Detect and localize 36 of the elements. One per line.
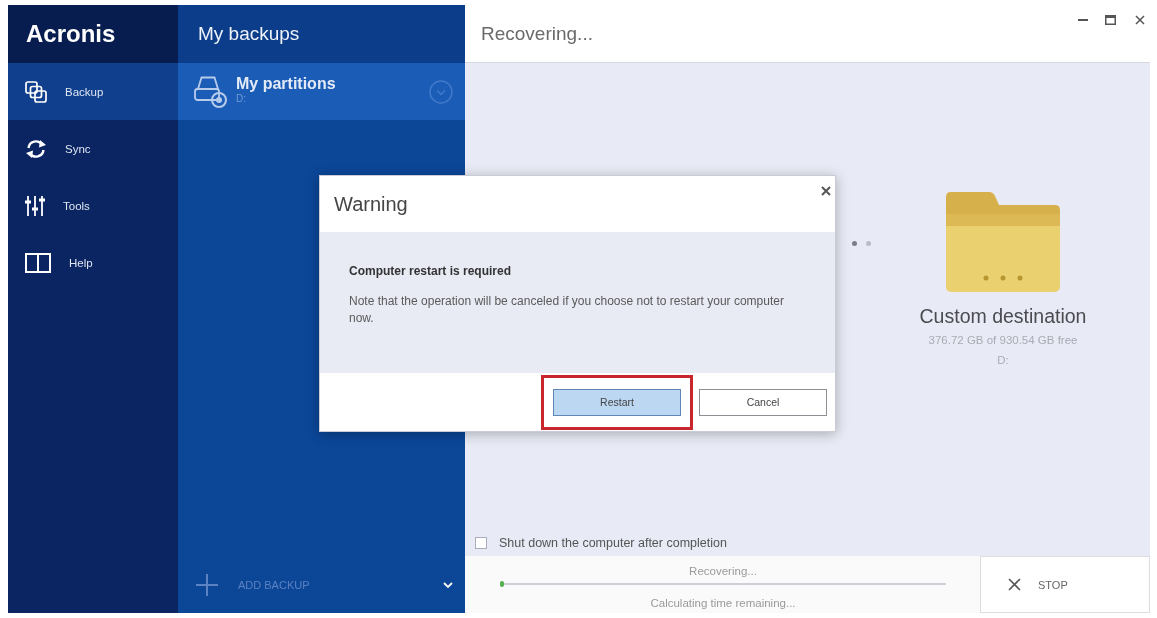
close-icon[interactable] (1135, 15, 1145, 25)
nav-item[interactable]: Sync (8, 120, 178, 177)
pane-title: Recovering... (481, 22, 594, 45)
chevron-down-icon[interactable] (443, 581, 453, 588)
dialog-button[interactable]: Cancel (699, 388, 827, 416)
checkbox[interactable] (475, 537, 487, 549)
copies-icon (25, 80, 47, 103)
stop-button[interactable]: STOP (980, 556, 1150, 613)
dialog-button[interactable]: Restart (553, 388, 681, 416)
close-icon[interactable] (821, 186, 831, 196)
backup-drive: D: (236, 93, 246, 105)
plus-icon (196, 573, 218, 596)
book-icon (25, 252, 51, 273)
sync-icon (25, 138, 47, 159)
close-icon (1008, 578, 1021, 591)
destination-details: 376.72 GB of 930.54 GB free (928, 334, 1078, 346)
checkbox-label: Shut down the computer after completion (499, 536, 727, 550)
dotted-connector (852, 241, 871, 246)
maximize-icon[interactable] (1105, 15, 1116, 25)
backup-name: My partitions (236, 74, 336, 93)
column-title: My backups (198, 23, 300, 45)
folder-icon (946, 192, 1060, 292)
dialog-title: Warning (334, 192, 409, 216)
destination-name: Custom destination (919, 305, 1087, 328)
sliders-icon (25, 194, 45, 217)
time-remaining: Calculating time remaining... (650, 596, 796, 610)
list-entry[interactable]: My partitions D: (178, 63, 465, 120)
nav-item[interactable]: Tools (8, 177, 178, 234)
progress-status: Recovering... (689, 564, 757, 578)
dialog-heading: Computer restart is required (349, 264, 512, 278)
drive-icon (194, 75, 227, 108)
nav-item[interactable]: Backup (8, 63, 178, 120)
dialog-message: Note that the operation will be canceled if you choose not to restart your computer now. (349, 293, 785, 327)
nav-item[interactable]: Help (8, 234, 178, 291)
destination-drive: D: (997, 354, 1009, 366)
app-logo: Acronis (26, 20, 116, 48)
